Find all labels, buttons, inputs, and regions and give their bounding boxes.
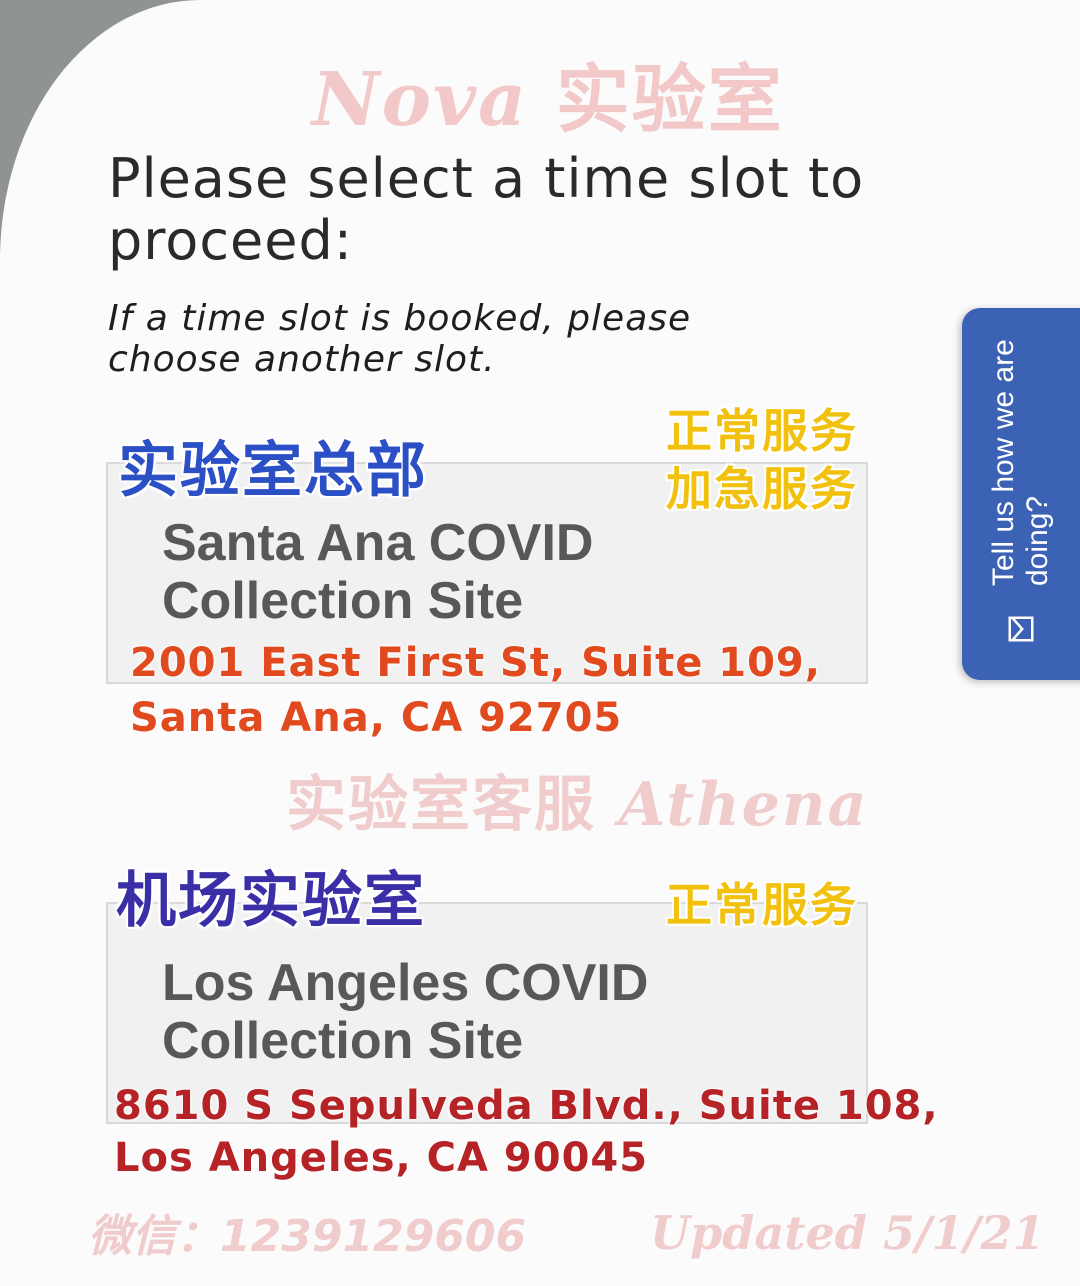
updated-watermark: Updated 5/1/21: [650, 1206, 1045, 1260]
address-line-2: Los Angeles, CA 90045: [114, 1135, 649, 1181]
address-los-angeles: 8610 S Sepulveda Blvd., Suite 108, Los A…: [114, 1080, 939, 1184]
service-watermark-cn: 实验室客服: [286, 770, 619, 840]
feedback-label: Tell us how we are doing?: [987, 339, 1054, 586]
location-label-airport: 机场实验室: [116, 866, 426, 936]
address-santa-ana: 2001 East First St, Suite 109, Santa Ana…: [130, 636, 821, 746]
site-name: Los Angeles COVID Collection Site: [162, 954, 649, 1070]
brand-watermark: Nova 实验室: [312, 40, 784, 147]
location-label-hq: 实验室总部: [118, 436, 428, 506]
page-heading: Please select a time slot to proceed:: [108, 147, 865, 272]
feedback-mail-icon: [1008, 616, 1034, 642]
service-tags-hq: 正常服务 加急服务: [666, 402, 858, 518]
feedback-tab-content: Tell us how we are doing?: [962, 308, 1080, 680]
service-watermark-latin: Athena: [618, 770, 869, 840]
service-tags-airport: 正常服务: [666, 876, 858, 934]
site-name: Santa Ana COVID Collection Site: [162, 514, 594, 630]
service-watermark: 实验室客服 Athena: [286, 756, 868, 843]
feedback-tab[interactable]: Tell us how we are doing?: [962, 308, 1080, 680]
service-tag-normal: 正常服务: [666, 404, 858, 458]
address-line-1: 2001 East First St, Suite 109,: [130, 640, 821, 686]
address-line-2: Santa Ana, CA 92705: [130, 695, 623, 741]
page-subtext: If a time slot is booked, please choose …: [108, 298, 692, 380]
wechat-watermark: 微信：1239129606: [88, 1211, 527, 1262]
service-tag-normal: 正常服务: [666, 878, 858, 932]
service-tag-expedited: 加急服务: [666, 462, 858, 516]
address-line-1: 8610 S Sepulveda Blvd., Suite 108,: [114, 1083, 939, 1129]
brand-watermark-cn: 实验室: [527, 57, 784, 143]
brand-watermark-latin: Nova: [312, 57, 528, 143]
